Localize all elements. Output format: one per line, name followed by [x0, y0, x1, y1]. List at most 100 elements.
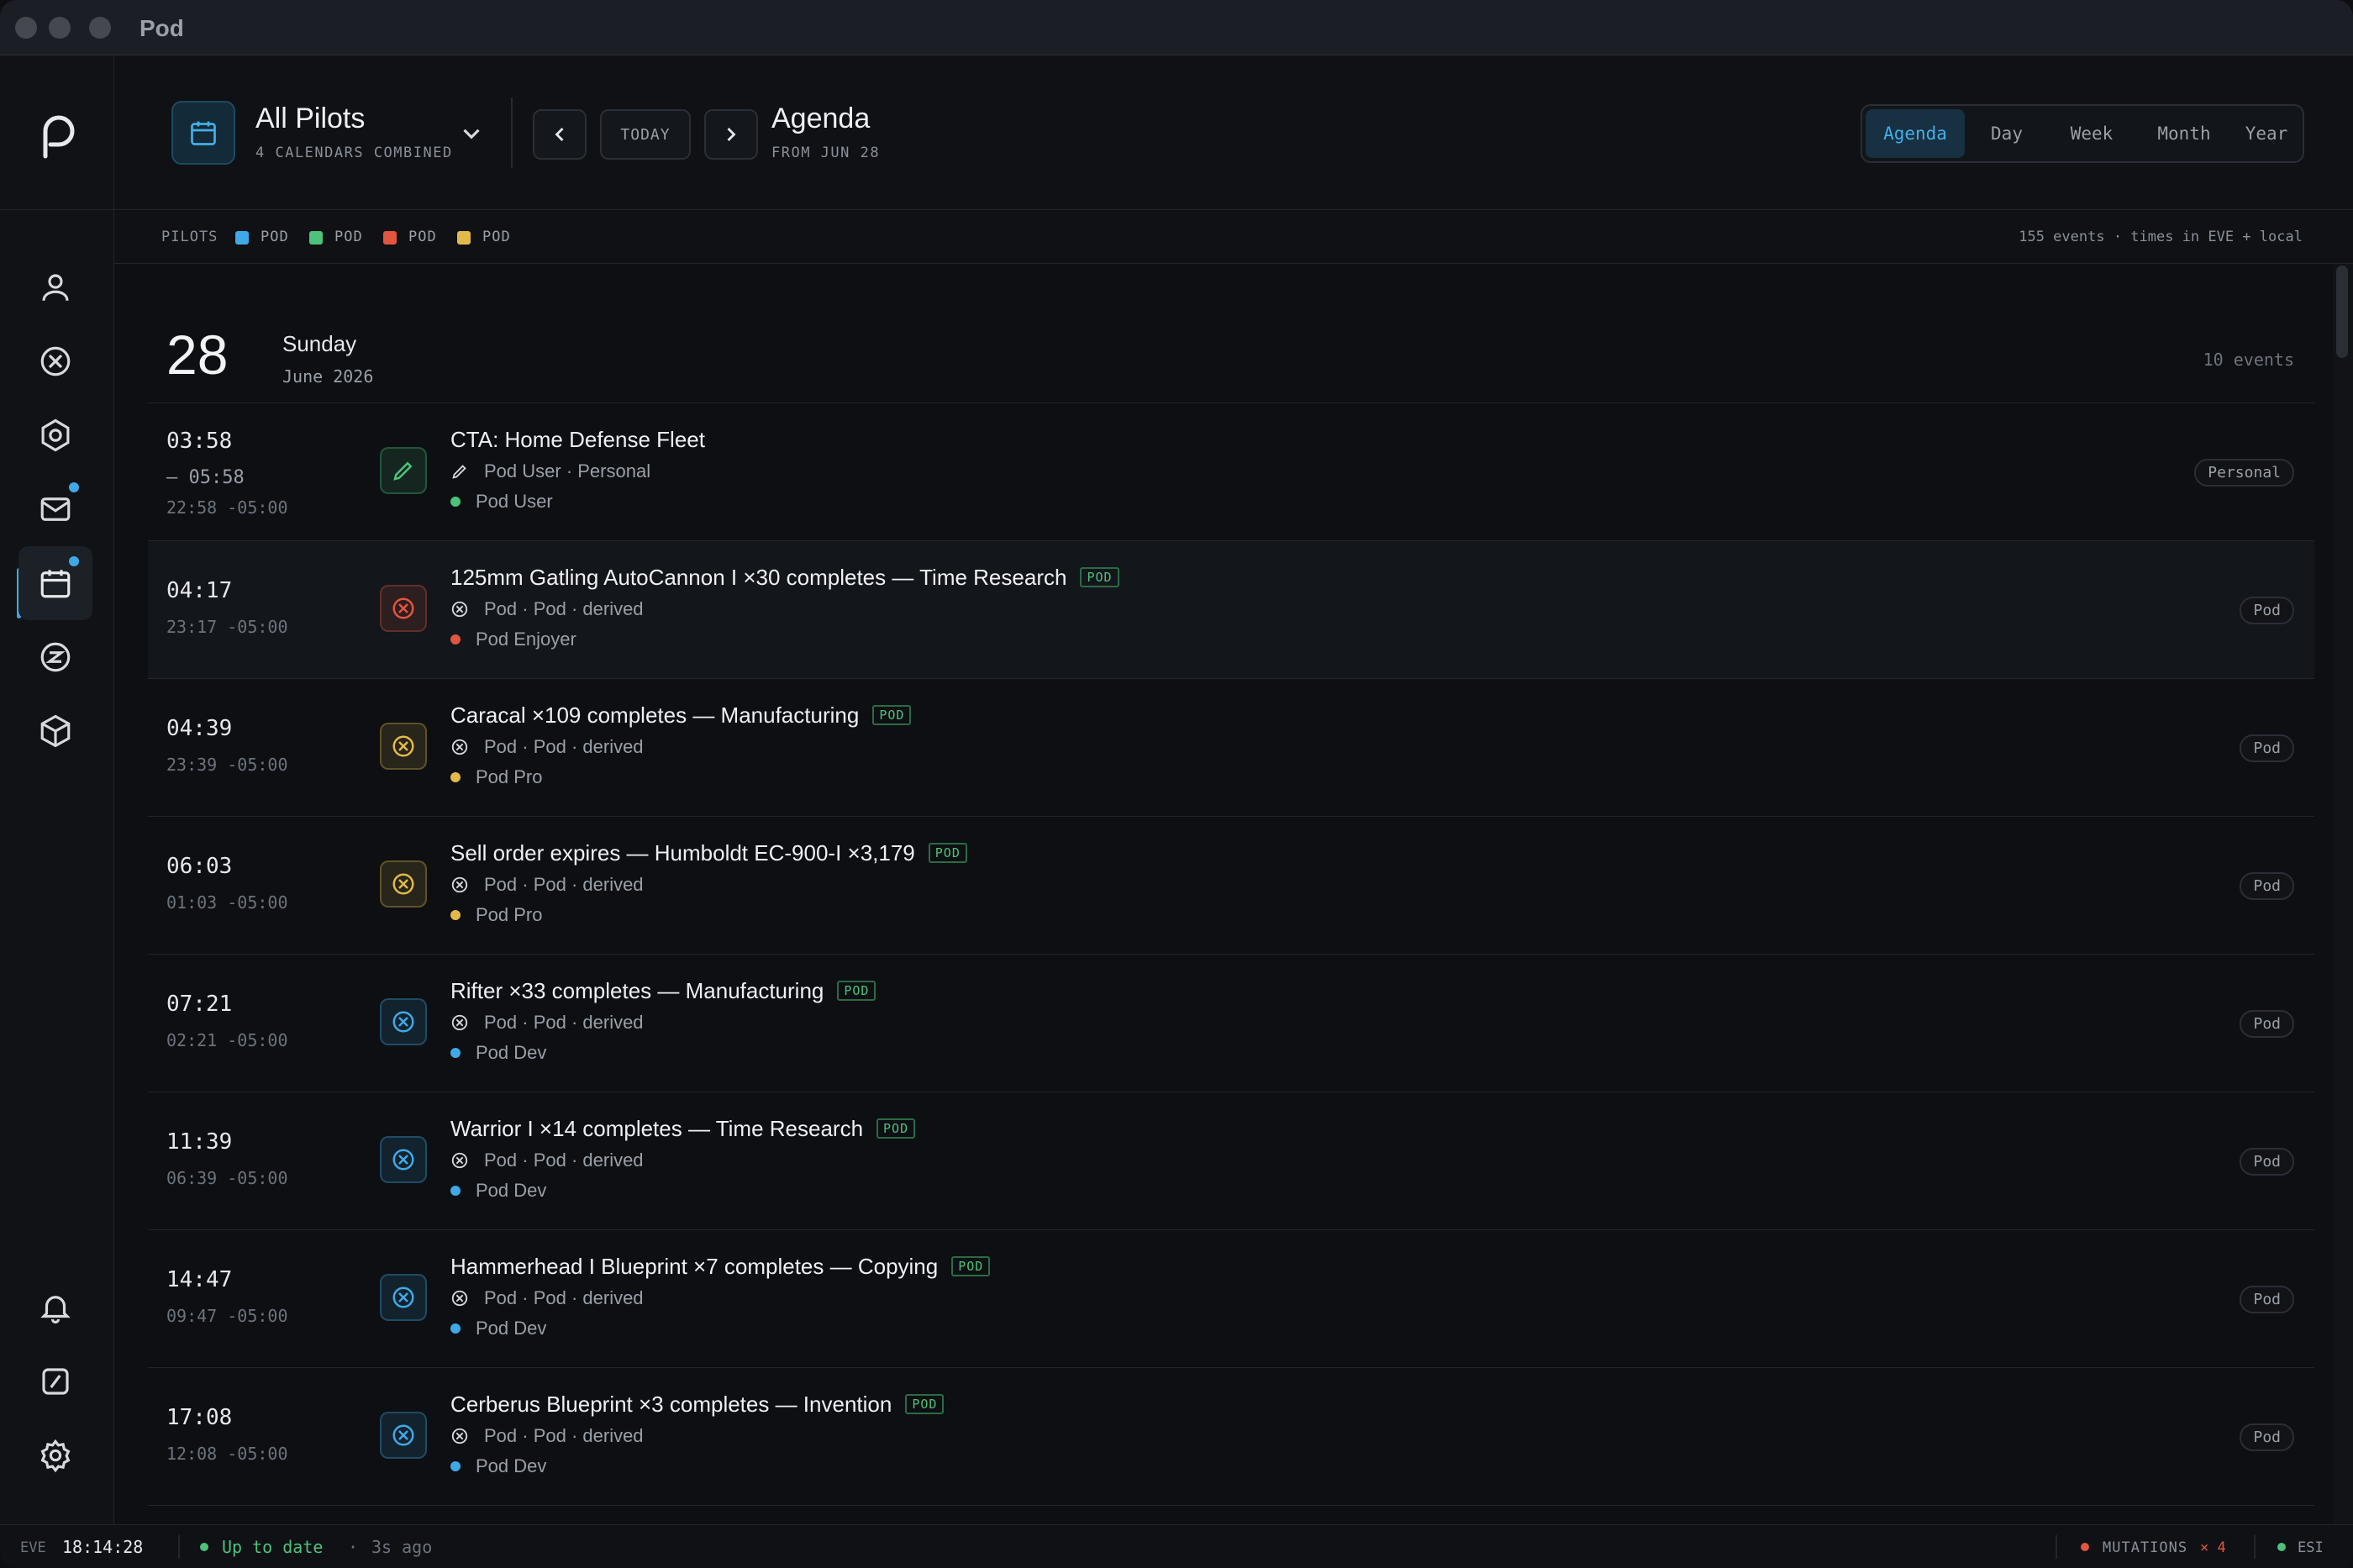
event-row[interactable]: 04:39 23:39 -05:00 Caracal ×109 completes …: [148, 679, 2314, 817]
close-window-button[interactable]: [15, 17, 37, 39]
pencil-icon: [391, 458, 416, 483]
event-start-time: 04:39: [166, 716, 233, 741]
tab-year[interactable]: Year: [2232, 109, 2301, 158]
event-calendar-badge: Pod: [2240, 1148, 2294, 1176]
settings-button[interactable]: [18, 1418, 92, 1492]
industry-icon: [391, 1147, 416, 1172]
pilot-filter-3[interactable]: POD: [408, 229, 437, 245]
event-source-text: Pod · Pod · derived: [484, 1012, 644, 1033]
sidebar-item-inventory[interactable]: [18, 694, 92, 768]
eve-clock: 18:14:28: [62, 1537, 144, 1557]
event-source: Pod User · Personal: [450, 460, 650, 482]
mutations-dot: [2081, 1543, 2089, 1551]
sidebar-item-mail[interactable]: [18, 472, 92, 546]
event-tag: POD: [1080, 567, 1119, 587]
event-row[interactable]: 06:03 01:03 -05:00 Sell order expires — Hu…: [148, 817, 2314, 955]
event-pilot: Pod Pro: [450, 904, 543, 926]
tab-month[interactable]: Month: [2138, 109, 2230, 158]
event-row[interactable]: 07:21 02:21 -05:00 Rifter ×33 completes — …: [148, 955, 2314, 1092]
slash-box-icon: [42, 1368, 69, 1395]
next-button[interactable]: [704, 109, 758, 160]
agenda-list[interactable]: 28 Sunday June 2026 10 events 03:58 – 05:…: [114, 264, 2333, 1524]
event-row[interactable]: 03:58 – 05:58 22:58 -05:00 CTA: Home Defens…: [148, 403, 2314, 541]
sidebar-item-skills[interactable]: [18, 620, 92, 694]
sidebar-item-industry[interactable]: [18, 324, 92, 398]
industry-icon: [391, 734, 416, 759]
event-title[interactable]: Hammerhead I Blueprint ×7 completes — Co…: [450, 1254, 991, 1280]
event-calendar-badge: Pod: [2240, 1010, 2294, 1038]
event-pilot: Pod Dev: [450, 1180, 546, 1202]
industry-icon: [391, 596, 416, 621]
bell-icon: [40, 1296, 71, 1324]
event-row[interactable]: 04:17 23:17 -05:00 125mm Gatling AutoCanno…: [148, 541, 2314, 679]
event-pilot: Pod Dev: [450, 1042, 546, 1064]
event-title[interactable]: Sell order expires — Humboldt EC-900-I ×…: [450, 840, 967, 866]
app-logo[interactable]: [0, 55, 114, 210]
event-title-text: CTA: Home Defense Fleet: [450, 427, 705, 452]
event-calendar-badge: Pod: [2240, 1286, 2294, 1313]
event-calendar-badge: Pod: [2240, 872, 2294, 900]
event-pilot-name: Pod Pro: [476, 904, 543, 925]
sync-status: Up to date: [222, 1537, 324, 1557]
minimize-window-button[interactable]: [49, 17, 71, 39]
event-source-text: Pod · Pod · derived: [484, 736, 644, 757]
pilot-color-swatch: [309, 231, 323, 245]
notification-dot: [69, 556, 79, 566]
industry-icon: [40, 346, 71, 376]
industry-icon: [391, 871, 416, 897]
event-title[interactable]: Rifter ×33 completes — Manufacturing POD: [450, 978, 876, 1004]
clock-label: EVE: [20, 1539, 46, 1556]
pilot-filter-1[interactable]: POD: [261, 229, 289, 245]
sidebar-item-calendar[interactable]: [18, 546, 92, 620]
chevron-down-icon[interactable]: [457, 119, 486, 148]
calendar-title[interactable]: All Pilots: [255, 103, 365, 135]
event-source: Pod · Pod · derived: [450, 736, 644, 758]
event-title[interactable]: CTA: Home Defense Fleet: [450, 427, 705, 453]
user-icon: [42, 274, 69, 301]
pilot-color-swatch: [383, 231, 397, 245]
event-title[interactable]: Caracal ×109 completes — Manufacturing PO…: [450, 702, 912, 729]
event-calendar-badge: Pod: [2240, 734, 2294, 762]
calendar-selector-icon[interactable]: [171, 101, 235, 165]
command-button[interactable]: [18, 1344, 92, 1418]
event-source: Pod · Pod · derived: [450, 874, 644, 896]
calendar-icon: [191, 121, 216, 145]
event-source: Pod · Pod · derived: [450, 1012, 644, 1034]
tab-day[interactable]: Day: [1968, 109, 2045, 158]
event-row[interactable]: 17:08 12:08 -05:00 Cerberus Blueprint ×3 c…: [148, 1368, 2314, 1506]
event-title-text: Cerberus Blueprint ×3 completes — Invent…: [450, 1392, 892, 1417]
scrollbar[interactable]: [2333, 264, 2353, 1524]
zoom-window-button[interactable]: [89, 17, 111, 39]
esi-label[interactable]: ESI: [2298, 1539, 2324, 1556]
status-bar: EVE 18:14:28 Up to date · 3s ago MUTATIO…: [0, 1524, 2353, 1568]
pilot-color-dot: [450, 910, 461, 920]
event-source: Pod · Pod · derived: [450, 1287, 644, 1309]
event-local-time: 12:08 -05:00: [166, 1444, 288, 1464]
event-tag: POD: [905, 1394, 945, 1414]
event-title[interactable]: Cerberus Blueprint ×3 completes — Invent…: [450, 1392, 945, 1418]
sidebar-item-assets[interactable]: [18, 398, 92, 472]
sidebar-item-characters[interactable]: [18, 250, 92, 324]
notifications-button[interactable]: [18, 1271, 92, 1344]
pilot-filter-2[interactable]: POD: [334, 229, 363, 245]
mutations-label[interactable]: MUTATIONS: [2103, 1539, 2187, 1556]
event-row[interactable]: 14:47 09:47 -05:00 Hammerhead I Blueprint …: [148, 1230, 2314, 1368]
event-type-icon: [380, 1136, 427, 1183]
sync-separator: ·: [348, 1537, 359, 1557]
event-title[interactable]: 125mm Gatling AutoCannon I ×30 completes…: [450, 565, 1119, 591]
previous-button[interactable]: [533, 109, 587, 160]
tab-week[interactable]: Week: [2049, 109, 2135, 158]
event-title-text: Rifter ×33 completes — Manufacturing: [450, 978, 824, 1003]
unread-dot: [69, 482, 79, 492]
industry-icon: [450, 1151, 484, 1170]
industry-icon: [450, 738, 484, 756]
event-row[interactable]: 11:39 06:39 -05:00 Warrior I ×14 completes…: [148, 1092, 2314, 1230]
scrollbar-thumb[interactable]: [2336, 266, 2348, 358]
tab-agenda[interactable]: Agenda: [1866, 109, 1965, 158]
today-button[interactable]: TODAY: [600, 109, 691, 160]
pilot-color-dot: [450, 772, 461, 782]
event-type-icon: [380, 723, 427, 770]
event-title[interactable]: Warrior I ×14 completes — Time Research P…: [450, 1116, 916, 1142]
pilot-color-swatch: [457, 231, 471, 245]
pilot-filter-4[interactable]: POD: [482, 229, 511, 245]
